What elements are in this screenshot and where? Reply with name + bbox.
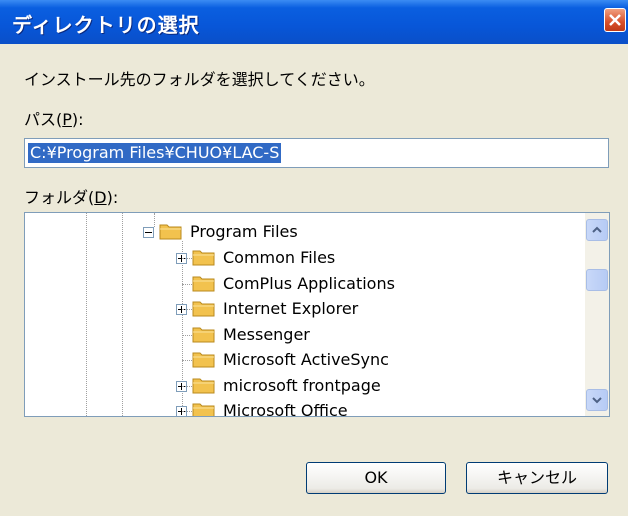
folder-tree[interactable]: Program Files Common Files ComPlus Applica… bbox=[24, 212, 610, 417]
chevron-up-icon bbox=[592, 226, 602, 233]
folder-label: フォルダ(D): bbox=[24, 188, 119, 207]
instruction-text: インストール先のフォルダを選択してください。 bbox=[24, 70, 375, 89]
tree-item-label: Internet Explorer bbox=[223, 299, 359, 318]
tree-item[interactable]: Microsoft Office bbox=[25, 398, 585, 417]
scroll-thumb[interactable] bbox=[586, 269, 608, 291]
tree-item[interactable]: ComPlus Applications bbox=[25, 271, 585, 297]
tree-guide-line bbox=[182, 411, 192, 412]
close-button[interactable] bbox=[604, 8, 626, 32]
folder-icon bbox=[192, 324, 216, 344]
ok-button[interactable]: OK bbox=[306, 462, 446, 494]
tree-item[interactable]: microsoft frontpage bbox=[25, 373, 585, 399]
path-value: C:¥Program Files¥CHUO¥LAC-S bbox=[28, 143, 282, 163]
folder-icon bbox=[192, 400, 216, 416]
folder-icon bbox=[192, 375, 216, 395]
tree-item-label: Microsoft Office bbox=[223, 401, 348, 417]
tree-guide-line bbox=[182, 360, 192, 361]
directory-select-dialog: ディレクトリの選択 インストール先のフォルダを選択してください。 パス(P): … bbox=[0, 0, 628, 516]
tree-guide-line bbox=[182, 386, 192, 387]
window-title: ディレクトリの選択 bbox=[12, 13, 200, 37]
tree-item-label: microsoft frontpage bbox=[223, 376, 381, 395]
tree-item[interactable]: Common Files bbox=[25, 245, 585, 271]
path-label: パス(P): bbox=[24, 110, 84, 129]
tree-item-label: Common Files bbox=[223, 248, 336, 267]
folder-icon bbox=[159, 221, 183, 241]
collapse-icon[interactable] bbox=[143, 227, 154, 238]
tree-item-label: Program Files bbox=[190, 222, 298, 241]
folder-icon bbox=[192, 247, 216, 267]
tree-item[interactable]: Internet Explorer bbox=[25, 296, 585, 322]
cancel-button[interactable]: キャンセル bbox=[466, 462, 608, 494]
path-input[interactable]: C:¥Program Files¥CHUO¥LAC-S bbox=[24, 138, 609, 168]
folder-icon bbox=[192, 349, 216, 369]
tree-scrollbar[interactable] bbox=[585, 213, 609, 416]
tree-item[interactable]: Microsoft ActiveSync bbox=[25, 347, 585, 373]
title-bar[interactable]: ディレクトリの選択 bbox=[0, 0, 628, 44]
tree-item-label: ComPlus Applications bbox=[223, 274, 395, 293]
folder-icon bbox=[192, 273, 216, 293]
tree-guide-line bbox=[182, 335, 192, 336]
tree-item-label: Messenger bbox=[223, 325, 310, 344]
tree-item-program-files[interactable]: Program Files bbox=[25, 219, 585, 245]
tree-item-label: Microsoft ActiveSync bbox=[223, 350, 389, 369]
close-icon bbox=[609, 14, 621, 26]
tree-item[interactable]: Messenger bbox=[25, 322, 585, 348]
tree-guide-line bbox=[182, 309, 192, 310]
folder-icon bbox=[192, 298, 216, 318]
scroll-up-button[interactable] bbox=[586, 219, 608, 241]
chevron-down-icon bbox=[592, 397, 602, 404]
tree-guide-line bbox=[182, 284, 192, 285]
tree-guide-line bbox=[182, 258, 192, 259]
scroll-down-button[interactable] bbox=[586, 389, 608, 411]
